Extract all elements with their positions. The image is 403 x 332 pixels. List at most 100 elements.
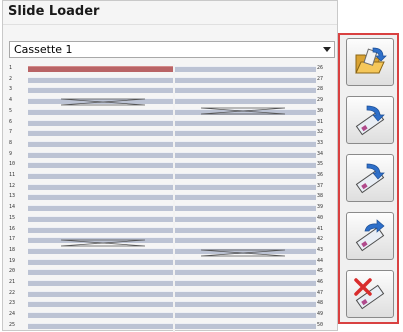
slide-marker <box>201 107 285 115</box>
slot-number-right: 35 <box>317 161 324 168</box>
slot-left-10[interactable] <box>28 162 173 169</box>
slot-left-12[interactable] <box>28 183 173 190</box>
slot-number-left: 5 <box>9 107 13 114</box>
slot-number-right: 29 <box>317 97 324 104</box>
remove-slide-button[interactable] <box>346 270 394 318</box>
slot-right-41[interactable] <box>175 226 316 233</box>
slot-number-right: 45 <box>317 268 324 275</box>
slot-right-32[interactable] <box>175 130 316 137</box>
slot-left-2[interactable] <box>28 76 173 83</box>
slot-left-6[interactable] <box>28 119 173 126</box>
slot-left-5[interactable] <box>28 108 173 115</box>
remove-slide-icon <box>354 278 385 310</box>
slot-left-20[interactable] <box>28 269 173 276</box>
slide-marker <box>201 249 285 257</box>
slot-right-39[interactable] <box>175 205 316 212</box>
slot-left-24[interactable] <box>28 312 173 319</box>
slot-number-left: 4 <box>9 97 13 104</box>
slot-number-left: 8 <box>9 139 13 146</box>
slot-number-left: 18 <box>9 246 16 253</box>
slide-marker <box>61 239 145 247</box>
slot-right-44[interactable] <box>175 258 316 265</box>
slot-right-35[interactable] <box>175 162 316 169</box>
slot-left-19[interactable] <box>28 258 173 265</box>
slot-number-left: 13 <box>9 193 16 200</box>
slot-right-48[interactable] <box>175 301 316 308</box>
load-slide-alt-button[interactable] <box>346 154 394 202</box>
slot-left-9[interactable] <box>28 151 173 158</box>
slot-right-31[interactable] <box>175 119 316 126</box>
unload-slide-icon <box>355 219 385 252</box>
slot-number-right: 49 <box>317 311 324 318</box>
slot-right-50[interactable] <box>175 322 316 329</box>
slot-number-left: 11 <box>9 172 16 178</box>
slot-right-46[interactable] <box>175 280 316 286</box>
slot-number-left: 14 <box>9 204 16 211</box>
slot-left-22[interactable] <box>28 290 173 297</box>
slot-number-right: 27 <box>317 75 324 82</box>
slot-number-right: 47 <box>317 289 324 296</box>
slot-right-49[interactable] <box>175 312 316 319</box>
slot-number-left: 1 <box>9 65 13 71</box>
cassette-select[interactable]: Cassette 1 <box>9 41 335 58</box>
slot-number-left: 2 <box>9 75 13 82</box>
slot-left-14[interactable] <box>28 205 173 212</box>
window-title: Slide Loader <box>8 4 100 19</box>
slot-right-36[interactable] <box>175 173 316 179</box>
slot-right-38[interactable] <box>175 194 316 201</box>
open-folder-icon <box>355 47 387 74</box>
slot-number-left: 10 <box>9 161 16 168</box>
slot-right-45[interactable] <box>175 269 316 276</box>
slot-number-left: 3 <box>9 86 13 93</box>
slot-left-8[interactable] <box>28 140 173 147</box>
load-slide-button[interactable] <box>346 96 394 144</box>
action-toolbar <box>338 33 399 324</box>
slot-right-40[interactable] <box>175 215 316 222</box>
slot-number-right: 46 <box>317 279 324 285</box>
slot-right-37[interactable] <box>175 183 316 190</box>
slot-left-25[interactable] <box>28 322 173 329</box>
load-slide-icon <box>355 105 385 136</box>
slot-number-left: 15 <box>9 214 16 221</box>
slot-number-left: 6 <box>9 118 13 125</box>
slot-right-34[interactable] <box>175 151 316 158</box>
slot-left-3[interactable] <box>28 87 173 94</box>
slot-left-1[interactable] <box>28 66 173 72</box>
slot-left-11[interactable] <box>28 173 173 179</box>
slot-number-left: 19 <box>9 257 16 264</box>
slot-left-23[interactable] <box>28 301 173 308</box>
slot-left-7[interactable] <box>28 130 173 137</box>
slot-number-left: 24 <box>9 311 16 318</box>
open-folder-button[interactable] <box>346 38 394 86</box>
slot-number-left: 20 <box>9 268 16 275</box>
slot-left-16[interactable] <box>28 226 173 233</box>
slot-number-left: 23 <box>9 300 16 307</box>
slot-number-right: 31 <box>317 118 324 125</box>
slot-right-27[interactable] <box>175 76 316 83</box>
slot-right-42[interactable] <box>175 237 316 244</box>
slot-number-right: 34 <box>317 150 324 157</box>
slot-left-13[interactable] <box>28 194 173 201</box>
slot-left-15[interactable] <box>28 215 173 222</box>
slot-number-right: 30 <box>317 107 324 114</box>
slot-number-left: 17 <box>9 236 16 243</box>
unload-slide-button[interactable] <box>346 212 394 260</box>
slot-right-33[interactable] <box>175 140 316 147</box>
slot-right-28[interactable] <box>175 87 316 94</box>
slot-number-right: 37 <box>317 182 324 189</box>
slot-number-right: 26 <box>317 65 324 71</box>
slot-number-right: 33 <box>317 139 324 146</box>
slot-left-18[interactable] <box>28 247 173 254</box>
slot-number-left: 12 <box>9 182 16 189</box>
slot-number-left: 21 <box>9 279 16 285</box>
dropdown-arrow-icon[interactable] <box>323 47 331 52</box>
slot-right-29[interactable] <box>175 98 316 105</box>
slot-grid: 1 26 2 27 3 28 4 29 5 30 6 31 7 32 8 33 9 34 10 35 11 36 12 37 1… <box>9 64 336 332</box>
slot-left-21[interactable] <box>28 280 173 286</box>
slot-number-left: 9 <box>9 150 13 157</box>
slot-right-47[interactable] <box>175 290 316 297</box>
slot-number-right: 48 <box>317 300 324 307</box>
title-divider <box>3 24 337 25</box>
slot-number-right: 32 <box>317 129 324 136</box>
slot-right-26[interactable] <box>175 66 316 72</box>
